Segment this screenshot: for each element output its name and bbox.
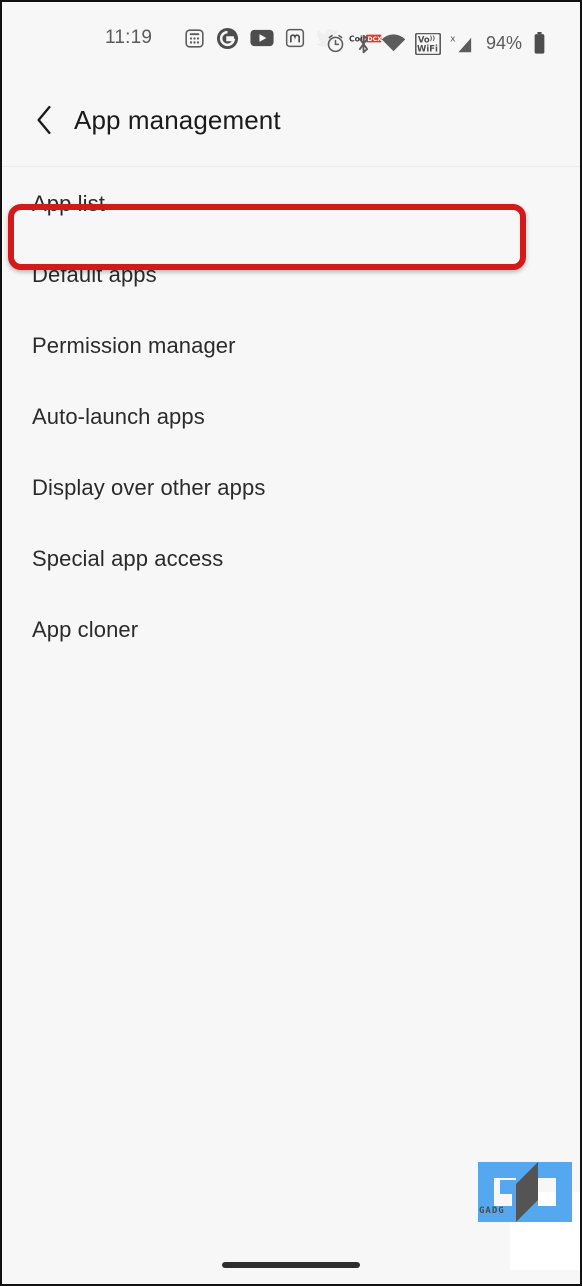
back-button[interactable] (23, 99, 65, 141)
youtube-icon (250, 29, 274, 47)
status-bar: 11:19 Coin DCX Vo)) WiFi x 94% (2, 2, 580, 74)
signal-icon: x (450, 33, 474, 55)
list-item-label: Display over other apps (32, 474, 266, 500)
battery-percent-label: 94% (485, 33, 522, 53)
list-item-default-apps[interactable]: Default apps (2, 239, 580, 310)
list-item-permission-manager[interactable]: Permission manager (2, 310, 580, 381)
wifi-icon (381, 33, 406, 54)
alarm-icon (325, 33, 346, 54)
list-item-app-cloner[interactable]: App cloner (2, 594, 580, 665)
google-icon (216, 27, 239, 50)
status-clock: 11:19 (105, 27, 153, 48)
list-item-auto-launch-apps[interactable]: Auto-launch apps (2, 381, 580, 452)
status-bar-right: Vo )) WiFi x 94% (325, 32, 546, 55)
page-title: App management (74, 104, 281, 135)
list-item-label: Default apps (32, 261, 157, 287)
mastodon-icon (285, 28, 305, 48)
svg-text:)): )) (430, 36, 436, 42)
title-bar: App management (2, 74, 580, 167)
volte-wifi-icon: Vo )) WiFi (414, 32, 441, 55)
svg-text:x: x (450, 33, 456, 44)
bluetooth-icon (355, 33, 372, 55)
list-item-label: App list (32, 190, 105, 216)
list-item-label: Permission manager (32, 332, 236, 358)
list-item-label: Special app access (32, 545, 224, 571)
svg-text:WiFi: WiFi (417, 43, 438, 53)
list-item-label: App cloner (32, 616, 139, 642)
list-item-label: Auto-launch apps (32, 403, 205, 429)
home-gesture-bar[interactable] (222, 1262, 360, 1268)
battery-icon (533, 32, 546, 55)
list-item-special-app-access[interactable]: Special app access (2, 523, 580, 594)
settings-list: App list Default apps Permission manager… (2, 168, 580, 665)
list-item-display-over-other-apps[interactable]: Display over other apps (2, 452, 580, 523)
calculator-icon (184, 28, 205, 49)
watermark-logo (476, 1158, 576, 1234)
list-item-app-list[interactable]: App list (2, 168, 580, 239)
phone-screen: 11:19 Coin DCX Vo)) WiFi x 94% App mana… (0, 0, 582, 1286)
watermark-caption: GADG (479, 1206, 505, 1216)
chevron-left-icon (37, 105, 51, 135)
